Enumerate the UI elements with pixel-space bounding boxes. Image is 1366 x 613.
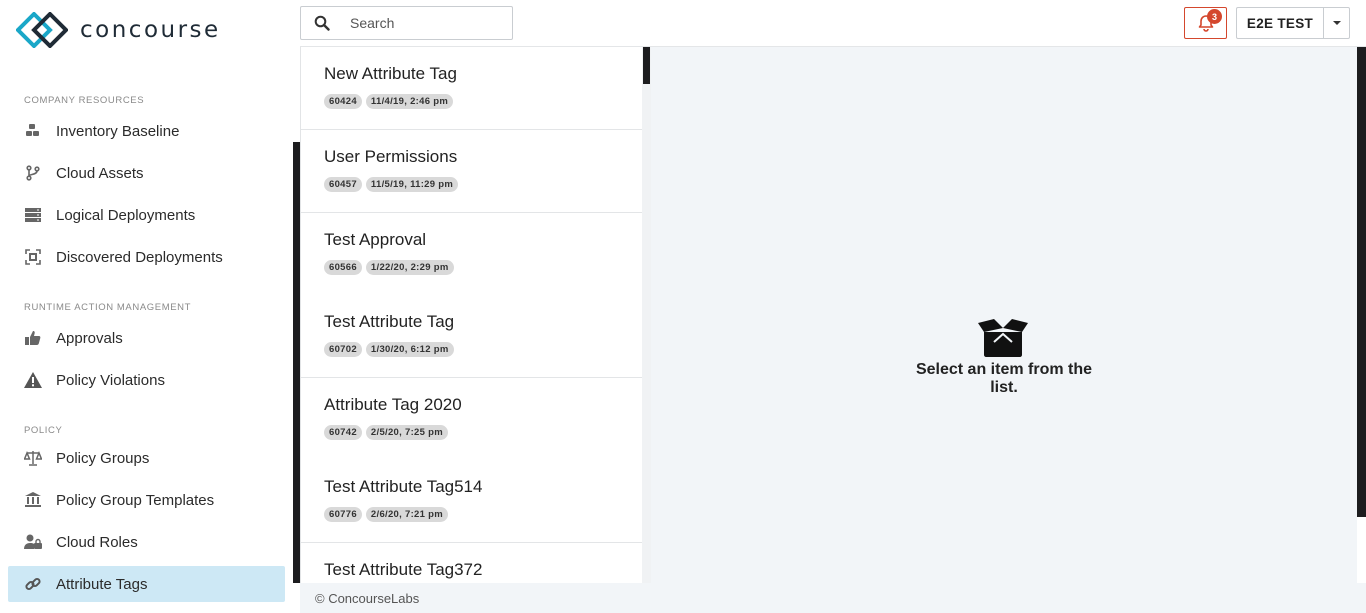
list-item[interactable]: Test Attribute Tag 60702 1/30/20, 6:12 p… [301, 295, 643, 378]
list-item[interactable]: Test Attribute Tag372 [301, 543, 643, 583]
nav-heading: COMPANY RESOURCES [24, 95, 145, 106]
list-item-title: Test Attribute Tag [324, 312, 455, 331]
warning-icon [24, 371, 42, 389]
branch-icon [24, 164, 42, 182]
list-item[interactable]: User Permissions 60457 11/5/19, 11:29 pm [301, 130, 643, 213]
list-item-tags: 60457 11/5/19, 11:29 pm [324, 177, 462, 192]
list-item-title: User Permissions [324, 147, 458, 166]
sidebar-item-inventory-baseline[interactable]: Inventory Baseline [8, 113, 285, 149]
list-item-title: Test Attribute Tag514 [324, 477, 483, 496]
server-stack-icon [24, 206, 42, 224]
attribute-tag-list: New Attribute Tag 60424 11/4/19, 2:46 pm… [300, 47, 651, 583]
list-item[interactable]: New Attribute Tag 60424 11/4/19, 2:46 pm [301, 47, 643, 130]
date-badge: 11/5/19, 11:29 pm [365, 177, 459, 192]
id-badge: 60776 [324, 507, 362, 522]
sidebar-item-label: Cloud Assets [56, 164, 144, 182]
open-box-icon [978, 319, 1028, 357]
list-item-tags: 60702 1/30/20, 6:12 pm [324, 342, 458, 357]
date-badge: 2/5/20, 7:25 pm [365, 425, 449, 440]
user-menu-caret[interactable] [1324, 8, 1349, 38]
date-badge: 11/4/19, 2:46 pm [365, 94, 454, 109]
list-item[interactable]: Attribute Tag 2020 60742 2/5/20, 7:25 pm [301, 378, 643, 461]
id-badge: 60702 [324, 342, 362, 357]
notification-count-badge: 3 [1207, 9, 1222, 24]
top-bar: 3 E2E TEST [300, 0, 1366, 47]
logo[interactable]: concourse [16, 12, 221, 48]
sidebar-item-label: Approvals [56, 329, 123, 347]
nav-section-runtime-action-management: RUNTIME ACTION MANAGEMENT Approvals Poli… [0, 301, 293, 398]
sidebar-item-cloud-roles[interactable]: Cloud Roles [8, 524, 285, 560]
cubes-icon [24, 122, 42, 140]
sidebar-item-attribute-tags[interactable]: Attribute Tags [8, 566, 285, 602]
sidebar-item-approvals[interactable]: Approvals [8, 320, 285, 356]
nav-section-policy: POLICY Policy Groups Policy Group Templa… [0, 424, 293, 602]
list-item-tags: 60566 1/22/20, 2:29 pm [324, 260, 458, 275]
nav-heading: RUNTIME ACTION MANAGEMENT [24, 302, 192, 313]
link-icon [24, 575, 42, 593]
scale-icon [24, 449, 42, 467]
list-item-title: Test Attribute Tag372 [324, 560, 483, 579]
bank-icon [24, 491, 42, 509]
id-badge: 60566 [324, 260, 362, 275]
list-scrollbar-thumb[interactable] [643, 47, 650, 84]
sidebar-item-discovered-deployments[interactable]: Discovered Deployments [8, 239, 285, 275]
sidebar-item-label: Inventory Baseline [56, 122, 180, 140]
list-item-title: New Attribute Tag [324, 64, 457, 83]
list-item-tags: 60742 2/5/20, 7:25 pm [324, 425, 452, 440]
list-item-title: Test Approval [324, 230, 427, 249]
list-item-tags: 60424 11/4/19, 2:46 pm [324, 94, 457, 109]
date-badge: 2/6/20, 7:21 pm [365, 507, 449, 522]
sidebar-item-policy-violations[interactable]: Policy Violations [8, 362, 285, 398]
sidebar-item-label: Logical Deployments [56, 206, 196, 224]
date-badge: 1/22/20, 2:29 pm [365, 260, 454, 275]
sidebar-item-label: Policy Violations [56, 371, 165, 389]
concourse-logo-icon [16, 12, 68, 48]
search-input[interactable] [350, 15, 500, 31]
detail-scrollbar[interactable] [1357, 47, 1366, 517]
footer: © ConcourseLabs [300, 583, 1366, 613]
id-badge: 60424 [324, 94, 362, 109]
sidebar-item-label: Cloud Roles [56, 533, 138, 551]
notifications-button[interactable]: 3 [1184, 7, 1227, 39]
scan-icon [24, 248, 42, 266]
empty-state-message: Select an item from the list. [915, 361, 1093, 396]
list-scrollbar-track[interactable] [642, 47, 651, 583]
search-box[interactable] [300, 6, 513, 40]
id-badge: 60457 [324, 177, 362, 192]
search-icon [314, 15, 330, 31]
copyright-text: © ConcourseLabs [315, 591, 420, 606]
date-badge: 1/30/20, 6:12 pm [365, 342, 454, 357]
thumbs-up-icon [24, 329, 42, 347]
sidebar: concourse COMPANY RESOURCES Inventory Ba… [0, 0, 293, 613]
brand-name: concourse [80, 17, 221, 43]
nav-section-company-resources: COMPANY RESOURCES Inventory Baseline Clo… [0, 94, 293, 275]
list-item[interactable]: Test Approval 60566 1/22/20, 2:29 pm [301, 213, 643, 296]
list-item-tags: 60776 2/6/20, 7:21 pm [324, 507, 452, 522]
sidebar-item-label: Discovered Deployments [56, 248, 223, 266]
list-item-title: Attribute Tag 2020 [324, 395, 462, 414]
sidebar-item-policy-groups[interactable]: Policy Groups [8, 440, 285, 476]
detail-panel: Select an item from the list. [651, 47, 1357, 583]
user-menu[interactable]: E2E TEST [1236, 7, 1350, 39]
list-item[interactable]: Test Attribute Tag514 60776 2/6/20, 7:21… [301, 460, 643, 543]
id-badge: 60742 [324, 425, 362, 440]
user-name: E2E TEST [1237, 8, 1324, 38]
sidebar-item-label: Policy Group Templates [56, 491, 215, 509]
chevron-down-icon [1332, 21, 1341, 25]
sidebar-scrollbar[interactable] [293, 142, 300, 583]
nav-heading: POLICY [24, 425, 63, 436]
sidebar-item-cloud-assets[interactable]: Cloud Assets [8, 155, 285, 191]
sidebar-item-label: Attribute Tags [56, 575, 148, 593]
sidebar-item-logical-deployments[interactable]: Logical Deployments [8, 197, 285, 233]
sidebar-item-label: Policy Groups [56, 449, 150, 467]
user-lock-icon [24, 533, 42, 551]
sidebar-item-policy-group-templates[interactable]: Policy Group Templates [8, 482, 285, 518]
